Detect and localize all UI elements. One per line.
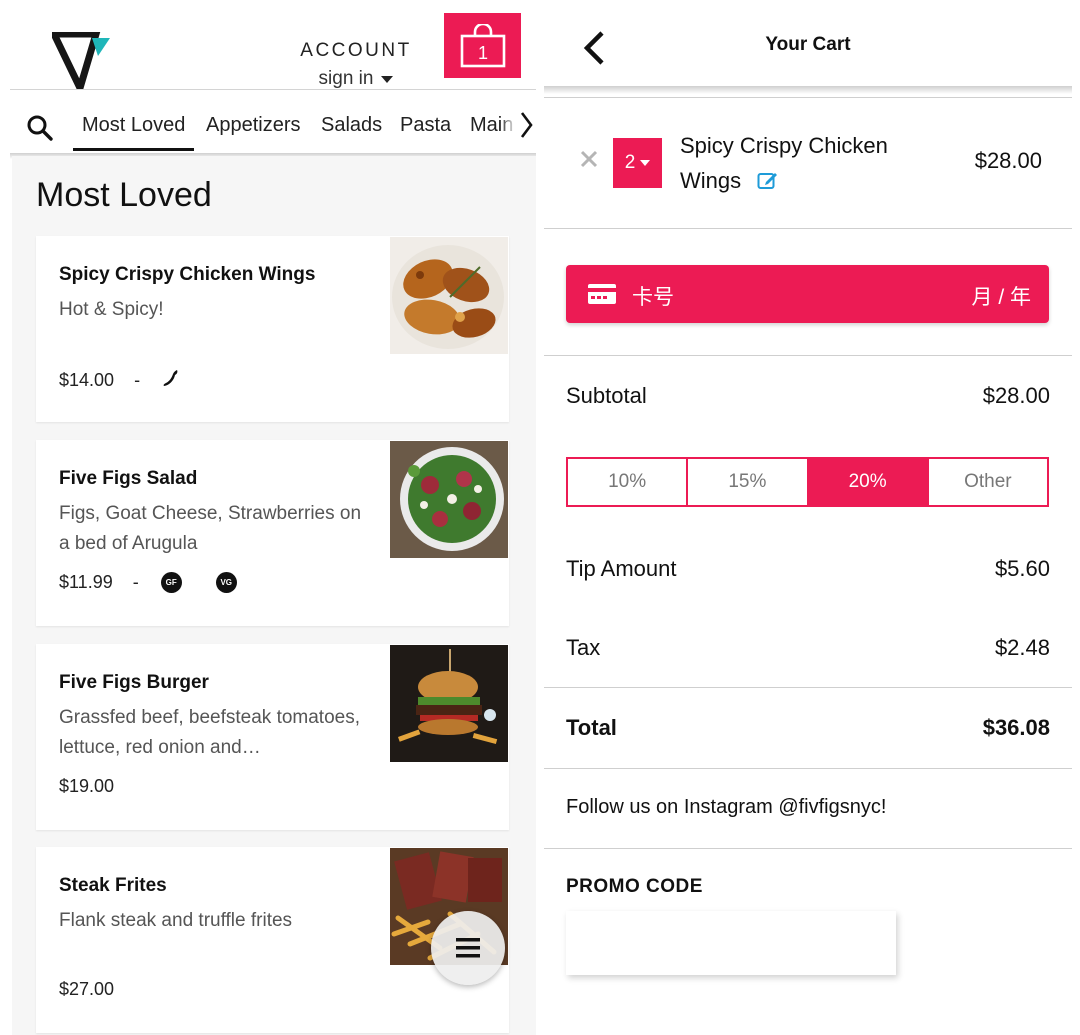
category-nav: Most Loved Appetizers Salads Pasta Main: [10, 98, 536, 156]
menu-fab-button[interactable]: [431, 911, 505, 985]
tab-most-loved[interactable]: Most Loved: [73, 114, 195, 151]
tip-selector: 10% 15% 20% Other: [566, 457, 1049, 507]
divider: [544, 97, 1072, 98]
cart-title: Your Cart: [765, 34, 851, 55]
divider: [544, 848, 1072, 849]
burger-photo: [390, 645, 508, 762]
search-icon[interactable]: [26, 114, 54, 147]
tip-amount-label: Tip Amount: [566, 556, 677, 581]
promo-code-label: PROMO CODE: [566, 876, 703, 897]
tax-value: $2.48: [994, 635, 1050, 660]
menu-item-description: Figs, Goat Cheese, Strawberries on a bed…: [59, 503, 362, 554]
menu-item-card[interactable]: Spicy Crispy Chicken Wings Hot & Spicy! …: [36, 236, 509, 422]
account-menu[interactable]: ACCOUNT sign in: [300, 40, 412, 90]
header-shadow: [544, 86, 1072, 94]
edit-icon[interactable]: [757, 165, 779, 200]
price-separator: -: [134, 370, 141, 390]
chili-pepper-icon: [162, 368, 180, 393]
menu-item-price-row: $11.99 - GF VG: [59, 572, 237, 593]
brand-logo[interactable]: [48, 30, 116, 98]
menu-item-card[interactable]: Five Figs Salad Figs, Goat Cheese, Straw…: [36, 440, 509, 626]
menu-item-description: Grassfed beef, beefsteak tomatoes, lettu…: [59, 707, 361, 758]
cart-item-name-block: Spicy Crispy Chicken Wings: [680, 128, 930, 200]
divider: [544, 768, 1072, 769]
tab-pasta[interactable]: Pasta: [400, 114, 451, 137]
tip-option-10[interactable]: 10%: [568, 459, 689, 505]
menu-item-price: $27.00: [59, 979, 115, 999]
quantity-dropdown[interactable]: 2: [613, 138, 662, 188]
quantity-value: 2: [624, 152, 636, 173]
instagram-follow-text: Follow us on Instagram @fivfigsnyc!: [566, 796, 887, 818]
cart-count: 1: [477, 43, 487, 63]
cart-button[interactable]: 1: [444, 13, 521, 78]
menu-item-name: Five Figs Salad: [59, 468, 198, 489]
menu-item-price-row: $19.00: [59, 776, 114, 797]
sign-in-label: sign in: [318, 68, 374, 89]
menu-item-price: $11.99: [59, 572, 113, 592]
menu-item-name: Spicy Crispy Chicken Wings: [59, 264, 316, 285]
tip-option-20[interactable]: 20%: [808, 459, 929, 505]
cart-item-price: $28.00: [974, 148, 1042, 173]
promo-code-input[interactable]: [566, 911, 896, 975]
section-title: Most Loved: [36, 176, 212, 214]
menu-item-price-row: $27.00: [59, 979, 114, 1000]
caret-down-icon: [381, 75, 394, 83]
subtotal-value: $28.00: [982, 383, 1050, 408]
menu-item-name: Steak Frites: [59, 875, 167, 896]
total-value: $36.08: [982, 715, 1050, 740]
caret-down-icon: [640, 160, 651, 166]
divider: [544, 355, 1072, 356]
gluten-free-badge: GF: [160, 572, 182, 593]
hamburger-menu-icon: [456, 938, 480, 958]
menu-item-description: Hot & Spicy!: [59, 299, 164, 320]
menu-screen: ACCOUNT sign in 1 Most Loved Appetizers …: [0, 0, 536, 1035]
cart-screen: Your Cart 2 Spicy Crispy Chicken Wings $…: [544, 0, 1080, 1035]
menu-item-price: $14.00: [59, 370, 115, 390]
price-separator: -: [132, 572, 139, 592]
chicken-wings-photo: [390, 237, 508, 354]
card-payment-field[interactable]: 卡号 月 / 年: [566, 265, 1049, 323]
card-number-placeholder[interactable]: 卡号: [632, 281, 674, 311]
menu-item-description: Flank steak and truffle frites: [59, 910, 293, 931]
tip-amount-value: $5.60: [994, 556, 1050, 581]
divider: [544, 228, 1072, 229]
cart-item-name: Spicy Crispy Chicken Wings: [680, 133, 888, 193]
menu-item-price-row: $14.00 -: [59, 368, 180, 393]
menu-item-name: Five Figs Burger: [59, 672, 209, 693]
credit-card-icon: [587, 283, 617, 310]
header-divider: [10, 89, 536, 90]
tip-option-15[interactable]: 15%: [688, 459, 809, 505]
total-label: Total: [566, 715, 617, 740]
subtotal-label: Subtotal: [566, 383, 647, 408]
remove-item-icon[interactable]: [580, 150, 598, 173]
tip-option-other[interactable]: Other: [929, 459, 1047, 505]
divider: [544, 687, 1072, 688]
sign-in-dropdown[interactable]: sign in: [319, 68, 394, 90]
tab-salads[interactable]: Salads: [321, 114, 382, 137]
account-label: ACCOUNT: [300, 40, 412, 61]
chevron-right-icon[interactable]: [518, 110, 534, 145]
shopping-bag-icon: 1: [460, 23, 505, 67]
menu-item-price: $19.00: [59, 776, 115, 796]
menu-item-card[interactable]: Five Figs Burger Grassfed beef, beefstea…: [36, 644, 509, 830]
figs-salad-photo: [390, 441, 508, 558]
card-expiry-placeholder[interactable]: 月 / 年: [971, 281, 1031, 311]
tab-appetizers[interactable]: Appetizers: [206, 114, 301, 137]
tax-label: Tax: [566, 635, 601, 660]
vegetarian-badge: VG: [215, 572, 237, 593]
